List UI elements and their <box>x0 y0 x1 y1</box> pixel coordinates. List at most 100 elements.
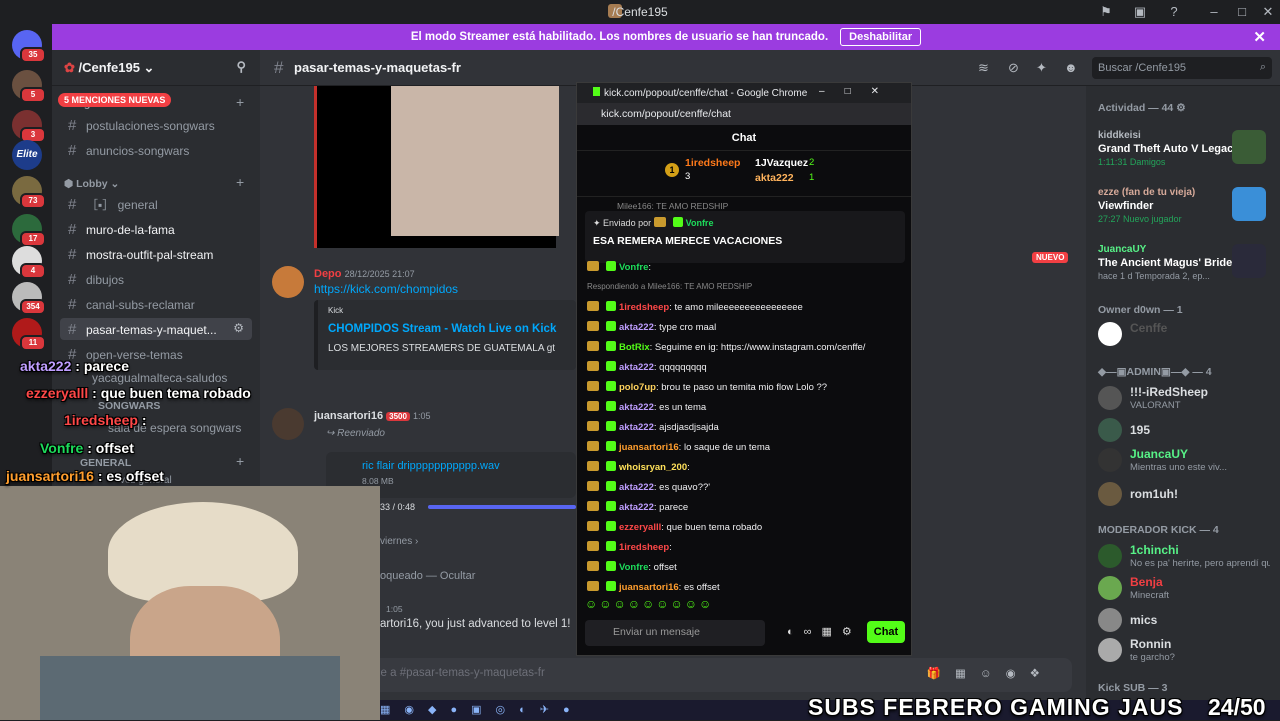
channel-general[interactable]: # ［▪］ general <box>60 193 252 215</box>
chat-username[interactable]: akta222 <box>619 482 654 493</box>
activity-card[interactable]: JuancaUY The Ancient Magus' Bride hace 1 d… <box>1098 244 1266 286</box>
add-channel-icon[interactable]: + <box>236 453 244 469</box>
chat-username[interactable]: 1iredsheep <box>619 542 669 553</box>
search-input[interactable]: Buscar /Cenfe195 ⌕ <box>1092 57 1272 79</box>
sub-badge-icon <box>606 381 616 391</box>
image-embed[interactable] <box>314 86 559 248</box>
close-icon[interactable]: ✕ <box>1260 4 1276 20</box>
member-admin[interactable]: JuancaUY Mientras uno este viv... <box>1098 444 1276 476</box>
chat-username[interactable]: juansartori16 <box>619 582 679 593</box>
guild-header[interactable]: ✿ /Cenfe195 ⌄ ⚲ <box>52 50 260 86</box>
maximize-icon[interactable]: □ <box>1234 4 1250 20</box>
pinned-message[interactable]: ✦ Enviado por Vonfre ESA REMERA MERECE V… <box>585 211 905 263</box>
inbox-icon[interactable]: ⚑ <box>1098 4 1114 20</box>
message-link[interactable]: https://kick.com/chompidos <box>314 282 458 296</box>
member-mod[interactable]: mics <box>1098 604 1276 636</box>
screen-icon[interactable]: ▣ <box>1132 4 1148 20</box>
category-lobby[interactable]: ⬢ Lobby ⌄ <box>64 178 119 190</box>
embed-title[interactable]: CHOMPIDOS Stream - Watch Live on Kick <box>328 323 566 335</box>
member-mod[interactable]: 1chinchi No es pa' herirte, pero aprendí … <box>1098 540 1276 572</box>
channel-subs[interactable]: # canal-subs-reclamar <box>60 293 252 315</box>
server-elite[interactable]: Elite <box>12 140 42 170</box>
channel-dibujos[interactable]: # dibujos <box>60 268 252 290</box>
channel-anuncios[interactable]: # anuncios-songwars <box>60 139 252 161</box>
hash-icon: # <box>68 296 77 313</box>
input-tools-icons[interactable]: 🎁▦☺◉❖ <box>927 666 1054 680</box>
chat-username[interactable]: akta222 <box>619 402 654 413</box>
game-icon <box>1232 130 1266 164</box>
chat-username[interactable]: polo7up <box>619 382 656 393</box>
channel-label: canal-subs-reclamar <box>86 298 195 312</box>
chat-username[interactable]: Vonfre <box>619 562 648 573</box>
avatar[interactable] <box>272 408 304 440</box>
members-icon[interactable]: ☻ <box>1064 60 1078 75</box>
dm-button[interactable]: 35 <box>12 30 46 63</box>
chat-send-button[interactable]: Chat <box>867 621 905 643</box>
minimize-icon[interactable]: – <box>1206 4 1222 20</box>
channel-muro[interactable]: # muro-de-la-fama <box>60 218 252 240</box>
category-songwars-2[interactable]: SONGWARS <box>98 400 160 412</box>
disable-button[interactable]: Deshabilitar <box>840 28 922 46</box>
server-item[interactable]: 11 <box>12 318 46 351</box>
emote-bar[interactable]: ☺☺☺☺☺☺☺☺☺ <box>585 597 713 611</box>
add-channel-icon[interactable]: + <box>236 174 244 190</box>
chat-message: BotRix: Seguime en ig: https://www.insta… <box>587 341 907 353</box>
chat-input[interactable]: Enviar un mensaje <box>585 620 765 646</box>
settings-icon[interactable]: ⚙ <box>233 321 244 335</box>
channel-label: dibujos <box>86 273 125 287</box>
username[interactable]: juansartori16 <box>314 410 383 422</box>
chat-username[interactable]: juansartori16 <box>619 442 679 453</box>
chat-colon: : <box>669 542 672 553</box>
popup-url: kick.com/popout/cenffe/chat <box>601 108 731 120</box>
threads-icon[interactable]: ≋ <box>978 60 989 76</box>
popup-window-controls[interactable]: –□✕ <box>819 86 899 97</box>
mute-icon[interactable]: ⊘ <box>1008 60 1019 76</box>
audio-filename[interactable]: ric flair drippppppppppp.wav <box>362 460 540 472</box>
chat-message: ezzeryalll: que buen tema robado <box>587 521 907 533</box>
activity-card[interactable]: ezze (fan de tu vieja) Viewfinder 27:27 Nu… <box>1098 187 1266 229</box>
chat-username[interactable]: ezzeryalll <box>619 522 661 533</box>
mentions-pill[interactable]: 5 MENCIONES NUEVAS <box>58 93 172 107</box>
close-banner-icon[interactable]: ✕ <box>1253 28 1266 46</box>
avatar[interactable] <box>272 266 304 298</box>
server-item[interactable]: 17 <box>12 214 46 247</box>
taskbar-icons[interactable]: ▦◉◆●▣◎◐✈● <box>380 703 584 716</box>
audio-progress[interactable] <box>428 505 576 509</box>
channel-pasar-temas[interactable]: # pasar-temas-y-maquet... ⚙ <box>60 318 252 340</box>
member-admin[interactable]: rom1uh! <box>1098 478 1276 510</box>
gifter-third: akta222 <box>755 172 794 184</box>
server-item[interactable]: 73 <box>12 176 46 209</box>
server-item[interactable]: 4 <box>12 246 46 279</box>
pin-icon[interactable]: ✦ <box>1036 60 1047 76</box>
member-mod[interactable]: Benja Minecraft <box>1098 572 1276 604</box>
member-admin[interactable]: 195 <box>1098 414 1276 446</box>
blocked-note[interactable]: oqueado — Ocultar <box>380 570 475 582</box>
chat-username[interactable]: Vonfre <box>619 262 648 273</box>
streamer-mode-banner: El modo Streamer está habilitado. Los no… <box>52 24 1280 50</box>
server-item[interactable]: 5 <box>12 70 46 103</box>
server-item[interactable]: 3 <box>12 110 46 143</box>
member-mod[interactable]: Ronnin te garcho? <box>1098 634 1276 666</box>
chat-username[interactable]: whoisryan_200 <box>619 462 687 473</box>
add-member-icon[interactable]: ⚲ <box>236 59 246 75</box>
help-icon[interactable]: ? <box>1166 4 1182 20</box>
username[interactable]: Depo <box>314 268 342 280</box>
chat-tool-icons[interactable]: ◐∞▦⚙ <box>787 625 862 638</box>
member-owner[interactable]: Cenffe <box>1098 318 1276 350</box>
popup-url-bar[interactable]: kick.com/popout/cenffe/chat <box>577 103 911 125</box>
server-item[interactable]: 354 <box>12 282 46 315</box>
crown-icon <box>587 421 599 431</box>
channel-label: anuncios-songwars <box>86 144 190 158</box>
activity-card[interactable]: kiddkeisi Grand Theft Auto V Legacy 1:11:3… <box>1098 130 1266 172</box>
chat-username[interactable]: 1iredsheep <box>619 302 669 313</box>
chat-username[interactable]: BotRix <box>619 342 650 353</box>
channel-postulaciones[interactable]: # postulaciones-songwars <box>60 114 252 136</box>
chat-username[interactable]: akta222 <box>619 322 654 333</box>
message-input[interactable]: je a #pasar-temas-y-maquetas-fr 🎁▦☺◉❖ <box>372 658 1072 692</box>
chat-username[interactable]: akta222 <box>619 362 654 373</box>
channel-outfit[interactable]: # mostra-outfit-pal-stream <box>60 243 252 265</box>
chat-username[interactable]: akta222 <box>619 422 654 433</box>
member-admin[interactable]: !!!-iRedSheep VALORANT <box>1098 382 1276 414</box>
chat-username[interactable]: akta222 <box>619 502 654 513</box>
add-channel-icon[interactable]: + <box>236 94 244 110</box>
